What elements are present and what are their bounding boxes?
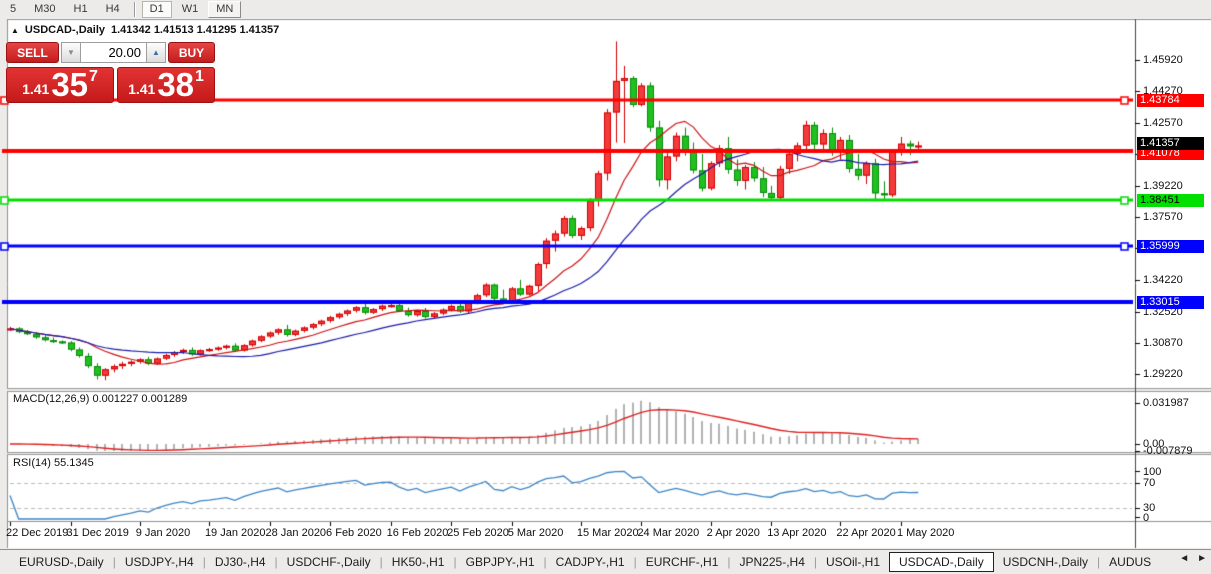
symbol-tab[interactable]: GBPJPY-,H1 [457,553,544,571]
timeframe-button-w1[interactable]: W1 [174,1,207,18]
one-click-trading-toggle-icon[interactable]: ▲ [11,26,19,35]
symbol-tab[interactable]: CADJPY-,H1 [547,553,634,571]
buy-price-pip: 1 [195,68,204,86]
trade-panel-controls: SELL ▼ ▲ BUY [6,42,215,63]
volume-input[interactable] [81,42,146,63]
date-label: 1 May 2020 [897,527,954,539]
date-label: 15 Mar 2020 [577,527,639,539]
timeframe-button-d1[interactable]: D1 [142,1,172,18]
date-label: 19 Jan 2020 [205,527,266,539]
symbol-tab[interactable]: EURUSD-,Daily [10,553,113,571]
date-label: 6 Feb 2020 [326,527,382,539]
rsi-axis-label: 70 [1143,477,1155,489]
date-label: 22 Apr 2020 [836,527,895,539]
sell-price-prefix: 1.41 [22,81,49,97]
symbol-tab[interactable]: JPN225-,H4 [731,553,814,571]
price-badge: 1.33015 [1137,296,1204,309]
date-label: 28 Jan 2020 [266,527,327,539]
date-label: 16 Feb 2020 [387,527,449,539]
symbol-tab-bar: EURUSD-,Daily|USDJPY-,H4|DJ30-,H4|USDCHF… [0,549,1211,574]
sell-price-big: 35 [51,70,88,100]
price-badge: 1.38451 [1137,194,1204,207]
date-label: 13 Apr 2020 [767,527,826,539]
price-tick-label: 1.42570 [1143,117,1183,129]
macd-label: MACD(12,26,9) 0.001227 0.001289 [13,393,187,405]
symbol-tab[interactable]: USDCHF-,Daily [278,553,380,571]
price-badge: 1.43784 [1137,94,1204,107]
timeframe-button-mn[interactable]: MN [208,1,241,18]
trading-platform-window: 5M30H1H4 D1W1MN ▲ USDCAD-,Daily 1.41342 1… [0,0,1211,574]
price-tick-label: 1.30870 [1143,337,1183,349]
symbol-tab[interactable]: EURCHF-,H1 [637,553,728,571]
symbol-tab[interactable]: USDCAD-,Daily [889,552,994,572]
date-label: 5 Mar 2020 [508,527,564,539]
volume-increase-button[interactable]: ▲ [146,42,166,63]
buy-price-button[interactable]: 1.41 38 1 [117,67,215,103]
price-tick-label: 1.39220 [1143,180,1183,192]
date-label: 24 Mar 2020 [637,527,699,539]
sell-price-button[interactable]: 1.41 35 7 [6,67,114,103]
price-tick-label: 1.45920 [1143,54,1183,66]
sell-button[interactable]: SELL [6,42,59,63]
one-click-trade-panel: SELL ▼ ▲ BUY 1.41 35 7 1.41 38 1 [6,42,215,103]
symbol-tab[interactable]: USDCNH-,Daily [994,553,1097,571]
price-tick-label: 1.29220 [1143,368,1183,380]
sell-price-pip: 7 [89,68,98,86]
timeframe-button-5[interactable]: 5 [2,1,24,18]
buy-price-prefix: 1.41 [128,81,155,97]
timeframe-toolbar: 5M30H1H4 D1W1MN [0,0,1211,19]
symbol-tab[interactable]: USDJPY-,H4 [116,553,203,571]
date-label: 22 Dec 2019 [6,527,68,539]
date-label: 9 Jan 2020 [136,527,190,539]
macd-axis-label: 0.031987 [1143,397,1189,409]
timeframe-button-m30[interactable]: M30 [26,1,63,18]
rsi-label: RSI(14) 55.1345 [13,457,94,469]
price-badge: 1.35999 [1137,240,1204,253]
macd-axis-label: -0.007879 [1143,445,1193,457]
symbol-tab[interactable]: AUDUS [1100,553,1160,571]
symbol-tab[interactable]: DJ30-,H4 [206,553,275,571]
volume-decrease-button[interactable]: ▼ [61,42,81,63]
date-label: 31 Dec 2019 [67,527,129,539]
price-tick-label: 1.34220 [1143,274,1183,286]
date-label: 2 Apr 2020 [707,527,760,539]
tab-scroll-right-button[interactable]: ► [1197,553,1207,564]
spin-up-icon: ▲ [152,48,160,57]
price-badge: 1.41357 [1137,137,1204,150]
symbol-tab[interactable]: HK50-,H1 [383,553,454,571]
price-tick-label: 1.37570 [1143,211,1183,223]
symbol-tab[interactable]: USOil-,H1 [817,553,889,571]
chart-title: ▲ USDCAD-,Daily 1.41342 1.41513 1.41295 … [11,24,279,36]
tab-scroll-controls: ◄ ► [1179,553,1207,564]
date-label: 25 Feb 2020 [447,527,509,539]
spin-down-icon: ▼ [67,48,75,57]
chart-symbol-label: USDCAD-,Daily [25,24,105,36]
timeframe-button-h1[interactable]: H1 [66,1,96,18]
buy-price-big: 38 [157,70,194,100]
buy-button[interactable]: BUY [168,42,215,63]
timeframe-button-h4[interactable]: H4 [98,1,128,18]
toolbar-separator [134,2,136,17]
rsi-axis-label: 0 [1143,512,1149,524]
tab-scroll-left-button[interactable]: ◄ [1179,553,1189,564]
chart-ohlc-values: 1.41342 1.41513 1.41295 1.41357 [111,24,279,36]
